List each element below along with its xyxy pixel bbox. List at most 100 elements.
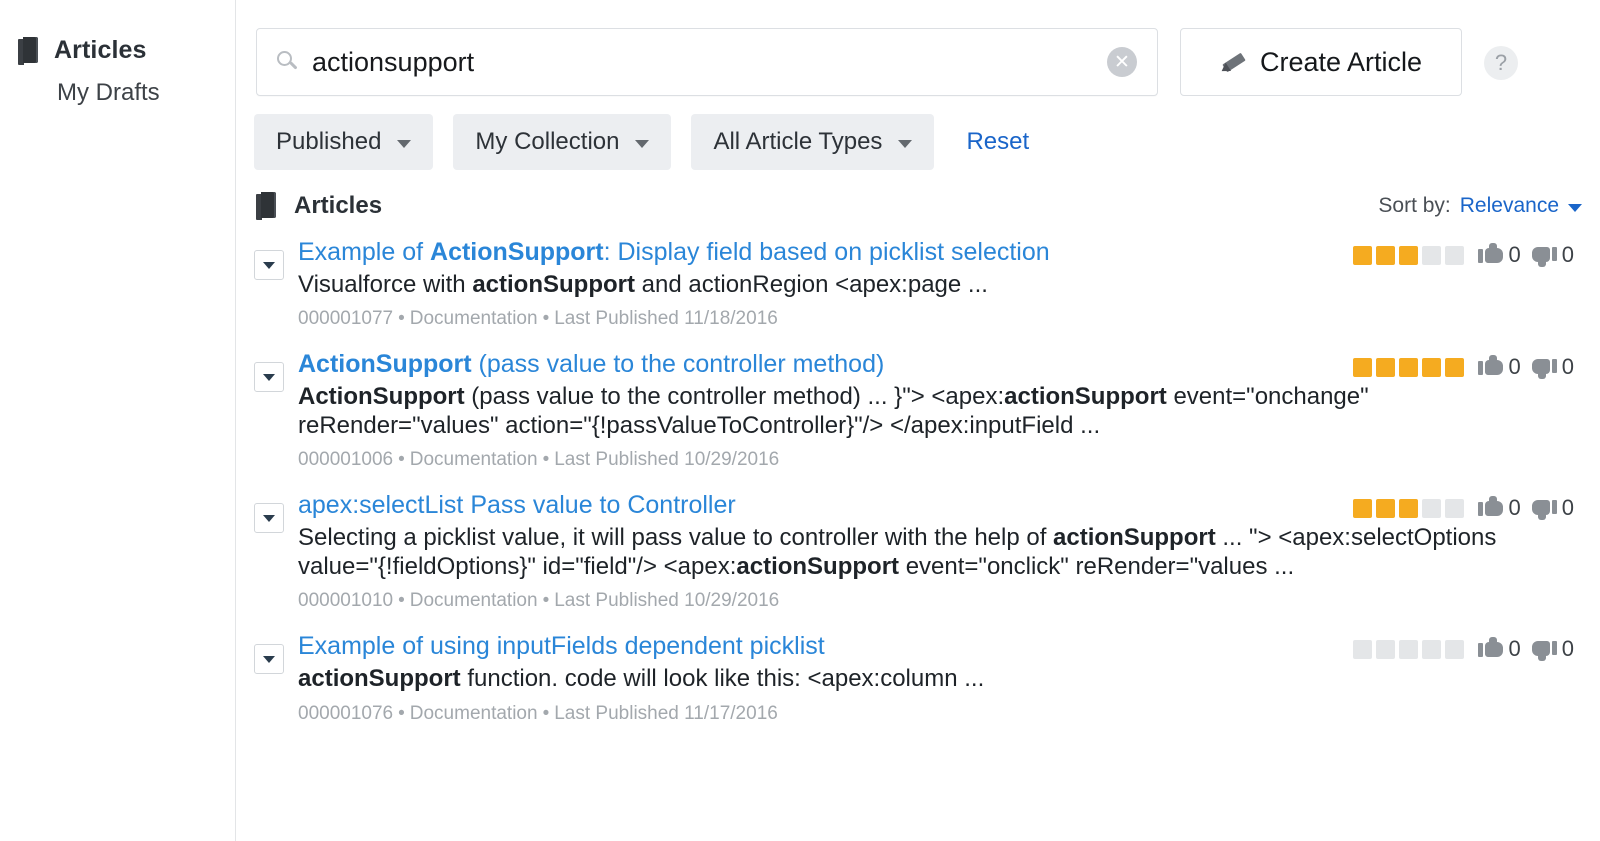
thumbs-down-count: 0 [1562,354,1574,380]
result-meta: 000001010•Documentation•Last Published 1… [298,590,1562,612]
create-article-button[interactable]: Create Article [1180,28,1462,96]
clear-search-icon[interactable]: ✕ [1107,47,1137,77]
sidebar-header: Articles [0,36,235,65]
rating-square[interactable] [1422,640,1441,659]
results-list: Example of ActionSupport: Display field … [236,220,1600,735]
result-meta: 000001077•Documentation•Last Published 1… [298,308,1562,330]
help-button[interactable]: ? [1484,46,1518,80]
rating-square[interactable] [1376,640,1395,659]
thumbs-down-icon[interactable] [1531,355,1557,379]
snippet-post: and actionRegion <apex:page ... [635,271,988,298]
rating-square[interactable] [1399,246,1418,265]
thumbs-up-icon[interactable] [1478,496,1504,520]
filter-my-collection-label: My Collection [475,128,619,156]
result-item: Example of using inputFields dependent p… [236,622,1600,734]
create-article-label: Create Article [1260,47,1422,78]
result-item: ActionSupport (pass value to the control… [236,340,1600,481]
rating-squares[interactable] [1353,499,1464,518]
thumbs-up-icon[interactable] [1478,243,1504,267]
chevron-down-icon [263,374,275,381]
result-title-highlight: ActionSupport [430,238,604,266]
thumbs-down-icon[interactable] [1531,496,1557,520]
result-published: Last Published 11/17/2016 [554,703,778,724]
chevron-down-icon [263,262,275,269]
snippet-pre: Visualforce with [298,271,472,298]
result-snippet: ActionSupport (pass value to the control… [298,383,1562,441]
rating-square[interactable] [1353,640,1372,659]
meta-separator: • [393,308,410,329]
thumbs-up-icon[interactable] [1478,637,1504,661]
rating-squares[interactable] [1353,640,1464,659]
rating-square[interactable] [1422,499,1441,518]
thumbs-up-icon[interactable] [1478,355,1504,379]
results-title: Articles [294,192,382,220]
filter-article-types[interactable]: All Article Types [691,114,934,170]
sort-by-value[interactable]: Relevance [1460,194,1559,218]
rating-square[interactable] [1399,640,1418,659]
sidebar: Articles My Drafts [0,0,236,841]
search-input[interactable] [257,29,1157,95]
result-meta: 000001006•Documentation•Last Published 1… [298,449,1562,471]
result-rating: 0 0 [1353,242,1583,268]
result-published: Last Published 11/18/2016 [554,308,778,329]
filter-bar: Published My Collection All Article Type… [236,96,1600,170]
rating-square[interactable] [1422,246,1441,265]
thumbs-up-count: 0 [1509,354,1521,380]
result-toggle-button[interactable] [254,503,284,533]
filter-published[interactable]: Published [254,114,433,170]
result-title-highlight: ActionSupport [298,350,472,378]
thumbs-down-icon[interactable] [1531,243,1557,267]
sidebar-item-my-drafts[interactable]: My Drafts [0,79,235,107]
rating-square[interactable] [1376,246,1395,265]
sort-control[interactable]: Sort by: Relevance [1378,194,1582,218]
filter-article-types-label: All Article Types [713,128,882,156]
rating-square[interactable] [1399,499,1418,518]
search-box[interactable]: ✕ [256,28,1158,96]
rating-square[interactable] [1376,499,1395,518]
sort-by-label: Sort by: [1378,194,1450,218]
rating-square[interactable] [1353,499,1372,518]
rating-square[interactable] [1376,358,1395,377]
articles-search-page: Articles My Drafts ✕ Create Article ? [0,0,1600,841]
rating-square[interactable] [1445,358,1464,377]
meta-separator: • [393,449,410,470]
result-type: Documentation [410,703,538,724]
rating-square[interactable] [1353,246,1372,265]
result-toggle-button[interactable] [254,250,284,280]
result-rating: 0 0 [1353,495,1583,521]
result-title-post: (pass value to the controller method) [472,350,885,378]
snippet-post: function. code will look like this: <ape… [461,665,985,692]
search-icon [277,51,299,73]
result-rating: 0 0 [1353,354,1583,380]
result-title-pre: Example of [298,238,430,266]
result-number: 000001006 [298,449,393,470]
rating-square[interactable] [1445,640,1464,659]
result-published: Last Published 10/29/2016 [554,449,779,470]
main-content: ✕ Create Article ? Published My Collecti… [236,0,1600,841]
rating-square[interactable] [1399,358,1418,377]
reset-filters-link[interactable]: Reset [966,128,1029,156]
result-toggle-button[interactable] [254,362,284,392]
chevron-down-icon[interactable] [1568,204,1582,212]
results-header-left: Articles [254,192,382,220]
rating-square[interactable] [1353,358,1372,377]
result-number: 000001010 [298,590,393,611]
book-icon [256,192,278,220]
chevron-down-icon [263,515,275,522]
rating-square[interactable] [1445,499,1464,518]
thumbs-down-count: 0 [1562,242,1574,268]
chevron-down-icon [898,140,912,148]
snippet-highlight: actionSupport [1004,383,1167,410]
rating-squares[interactable] [1353,246,1464,265]
result-snippet: Selecting a picklist value, it will pass… [298,524,1562,582]
snippet-highlight: ActionSupport [298,383,465,410]
filter-my-collection[interactable]: My Collection [453,114,671,170]
snippet-highlight: actionSupport [736,553,899,580]
thumbs-down-icon[interactable] [1531,637,1557,661]
rating-square[interactable] [1422,358,1441,377]
snippet-highlight: actionSupport [472,271,635,298]
rating-square[interactable] [1445,246,1464,265]
result-toggle-button[interactable] [254,644,284,674]
vote-controls: 0 0 [1478,636,1583,662]
rating-squares[interactable] [1353,358,1464,377]
